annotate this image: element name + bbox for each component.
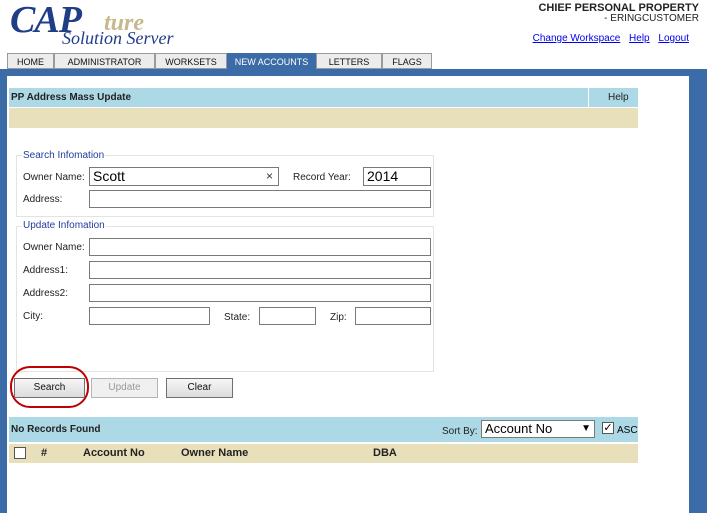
city-label: City: bbox=[23, 311, 43, 322]
col-owner-name[interactable]: Owner Name bbox=[181, 447, 248, 459]
address1-label: Address1: bbox=[23, 265, 69, 276]
page-title: PP Address Mass Update bbox=[11, 92, 132, 103]
update-button[interactable]: Update bbox=[91, 378, 158, 398]
search-owner-label: Owner Name: bbox=[23, 172, 85, 183]
tab-letters[interactable]: LETTERS bbox=[316, 53, 382, 69]
search-address-label: Address: bbox=[23, 194, 63, 205]
sort-by-value: Account No bbox=[485, 421, 553, 436]
right-frame-border bbox=[689, 69, 707, 513]
tab-flags[interactable]: FLAGS bbox=[382, 53, 432, 69]
current-user: - ERINGCUSTOMER bbox=[604, 13, 699, 24]
main-nav-tabs: HOME ADMINISTRATOR WORKSETS NEW ACCOUNTS… bbox=[0, 53, 707, 69]
col-dba[interactable]: DBA bbox=[373, 447, 397, 459]
tab-administrator[interactable]: ADMINISTRATOR bbox=[54, 53, 155, 69]
header-links: Change Workspace Help Logout bbox=[527, 33, 689, 44]
search-address-input[interactable] bbox=[89, 190, 431, 208]
asc-label: ASC bbox=[617, 425, 638, 436]
tab-worksets[interactable]: WORKSETS bbox=[155, 53, 227, 69]
panel-toolbar bbox=[9, 108, 638, 128]
address2-label: Address2: bbox=[23, 288, 69, 299]
logout-link[interactable]: Logout bbox=[658, 33, 689, 44]
col-account-no[interactable]: Account No bbox=[83, 447, 145, 459]
tab-new-accounts[interactable]: NEW ACCOUNTS bbox=[227, 53, 316, 69]
state-label: State: bbox=[224, 312, 251, 323]
search-owner-name-input[interactable]: Scott bbox=[89, 167, 279, 186]
record-year-input[interactable]: 2014 bbox=[363, 167, 431, 186]
panel-help-link[interactable]: Help bbox=[608, 92, 629, 103]
search-section-title: Search Infomation bbox=[22, 150, 106, 161]
state-input[interactable] bbox=[259, 307, 316, 325]
address1-input[interactable] bbox=[89, 261, 431, 279]
tab-home[interactable]: HOME bbox=[7, 53, 54, 69]
left-frame-border bbox=[0, 69, 7, 513]
zip-input[interactable] bbox=[355, 307, 431, 325]
col-number: # bbox=[41, 447, 48, 459]
sort-by-select[interactable]: Account No ▼ bbox=[481, 420, 595, 438]
update-owner-label: Owner Name: bbox=[23, 242, 85, 253]
record-year-label: Record Year: bbox=[293, 172, 351, 183]
update-owner-name-input[interactable] bbox=[89, 238, 431, 256]
asc-checkbox[interactable]: ✓ bbox=[602, 422, 614, 434]
address2-input[interactable] bbox=[89, 284, 431, 302]
update-section-title: Update Infomation bbox=[22, 220, 106, 231]
change-workspace-link[interactable]: Change Workspace bbox=[533, 33, 621, 44]
results-status: No Records Found bbox=[11, 424, 101, 435]
help-link[interactable]: Help bbox=[629, 33, 650, 44]
nav-underline bbox=[0, 69, 707, 76]
sort-by-label: Sort By: bbox=[442, 426, 478, 437]
logo-subtitle: Solution Server bbox=[62, 28, 174, 48]
clear-input-icon[interactable]: × bbox=[266, 169, 273, 183]
chevron-down-icon: ▼ bbox=[581, 423, 591, 434]
search-button[interactable]: Search bbox=[14, 378, 85, 398]
city-input[interactable] bbox=[89, 307, 210, 325]
zip-label: Zip: bbox=[330, 312, 347, 323]
select-all-checkbox[interactable] bbox=[14, 447, 26, 459]
clear-button[interactable]: Clear bbox=[166, 378, 233, 398]
